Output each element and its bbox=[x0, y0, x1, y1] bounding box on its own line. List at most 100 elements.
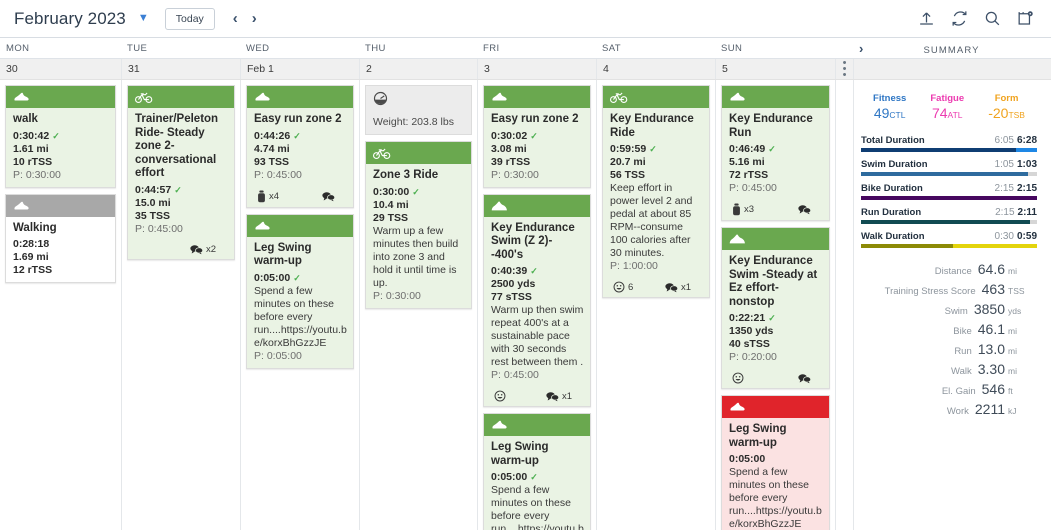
prev-period-button[interactable]: ‹ bbox=[233, 10, 238, 27]
workout-duration: 0:30:42 ✓ bbox=[13, 130, 109, 143]
total-row: El. Gain 546 ft bbox=[861, 381, 1037, 397]
duration-value: 0:05:00 bbox=[491, 471, 528, 483]
upload-icon[interactable] bbox=[917, 9, 936, 28]
date-cell-1[interactable]: 31 bbox=[121, 59, 240, 79]
metric-number: 74 bbox=[931, 105, 948, 121]
weekday-label-thu: THU bbox=[365, 43, 386, 54]
duration-header: Bike Duration 2:15 2:15 bbox=[861, 183, 1037, 194]
workout-card[interactable]: Zone 3 Ride 0:30:00 ✓ 10.4 mi 29 TSS Warm up … bbox=[365, 141, 472, 309]
workout-title: walk bbox=[13, 113, 38, 125]
total-label: Run bbox=[954, 346, 972, 357]
total-label: Work bbox=[946, 406, 969, 417]
workout-duration: 0:05:00 ✓ bbox=[491, 471, 584, 484]
date-cell-4[interactable]: 3 bbox=[477, 59, 596, 79]
device-icon[interactable] bbox=[257, 190, 266, 203]
kebab-menu-icon[interactable]: • • • bbox=[836, 58, 853, 81]
calendar-settings-icon[interactable] bbox=[1016, 9, 1035, 28]
bike-icon bbox=[135, 92, 153, 103]
workout-card[interactable]: Trainer/Peleton Ride- Steady zone 2-conv… bbox=[127, 85, 235, 260]
workout-metric: 1350 yds bbox=[729, 325, 774, 337]
workout-card-body: walk 0:30:42 ✓ 1.61 mi 10 rTSS P: 0:30:00 bbox=[6, 108, 115, 187]
workout-card[interactable]: Easy run zone 2 0:30:02 ✓ 3.08 mi 39 rTSS P: … bbox=[483, 85, 591, 188]
swim-icon bbox=[729, 234, 745, 244]
workout-card[interactable]: Leg Swing warm-up 0:05:00 Spend a few minu… bbox=[721, 395, 830, 530]
comment-icon[interactable] bbox=[546, 391, 559, 402]
duration-values: 2:15 2:15 bbox=[995, 183, 1037, 194]
bar-fill bbox=[861, 148, 1016, 152]
workout-metric: 56 TSS bbox=[610, 169, 646, 181]
duration-value: 0:05:00 bbox=[254, 271, 291, 284]
comment-icon[interactable] bbox=[190, 244, 203, 255]
expand-summary-button[interactable]: › bbox=[859, 41, 864, 56]
comment-icon[interactable] bbox=[798, 373, 811, 384]
weekday-label-tue: TUE bbox=[127, 43, 148, 54]
completed-check-icon: ✓ bbox=[768, 144, 776, 154]
calendar-grid: walk 0:30:42 ✓ 1.61 mi 10 rTSS P: 0:30:00 Wal… bbox=[0, 80, 1051, 530]
workout-duration: 0:28:18 bbox=[13, 238, 109, 251]
device-icon[interactable] bbox=[732, 203, 741, 216]
day-column-1: Trainer/Peleton Ride- Steady zone 2-conv… bbox=[121, 80, 240, 530]
comment-icon[interactable] bbox=[322, 191, 335, 202]
workout-metric: 3.08 mi bbox=[491, 142, 527, 155]
metric-form: Form -20TSB bbox=[988, 92, 1025, 124]
date-cell-3[interactable]: 2 bbox=[359, 59, 477, 79]
workout-metric: 10.4 mi bbox=[373, 198, 409, 211]
workout-card-footer: x4 bbox=[247, 187, 353, 207]
workout-card[interactable]: Key Endurance Run 0:46:49 ✓ 5.16 mi 72 rTSS P… bbox=[721, 85, 830, 221]
weight-entry-card[interactable]: Weight: 203.8 lbs bbox=[365, 85, 472, 135]
workout-metric: 1.61 mi bbox=[13, 142, 49, 155]
workout-card[interactable]: Key Endurance Ride 0:59:59 ✓ 20.7 mi 56 TSS K… bbox=[602, 85, 710, 298]
workout-card[interactable]: Key Endurance Swim (Z 2)--400's 0:40:39 ✓ 2… bbox=[483, 193, 591, 407]
refresh-icon[interactable] bbox=[950, 9, 969, 28]
duration-progress-bar bbox=[861, 196, 1037, 200]
workout-card-header bbox=[247, 214, 353, 237]
footer-right-group bbox=[322, 191, 335, 202]
smiley-icon[interactable] bbox=[732, 372, 744, 384]
comment-icon[interactable] bbox=[665, 282, 678, 293]
workout-metric: 2500 yds bbox=[491, 278, 536, 290]
duration-row-bike: Bike Duration 2:15 2:15 bbox=[861, 183, 1037, 200]
duration-header: Swim Duration 1:05 1:03 bbox=[861, 159, 1037, 170]
duration-planned: 1:05 bbox=[994, 159, 1014, 170]
shoe-icon bbox=[730, 402, 745, 411]
date-cell-2[interactable]: Feb 1 bbox=[240, 59, 359, 79]
workout-card[interactable]: Walking 0:28:18 1.69 mi 12 rTSS bbox=[5, 193, 116, 283]
footer-right-group: x1 bbox=[546, 391, 572, 402]
workout-duration: 0:44:26 ✓ bbox=[254, 130, 347, 143]
duration-value: 0:28:18 bbox=[13, 238, 50, 250]
workout-card[interactable]: Leg Swing warm-up 0:05:00 ✓ Spend a few min… bbox=[483, 413, 591, 530]
workout-duration: 0:46:49 ✓ bbox=[729, 143, 823, 156]
date-cell-5[interactable]: 4 bbox=[596, 59, 715, 79]
workout-card-body: Zone 3 Ride 0:30:00 ✓ 10.4 mi 29 TSS Warm up … bbox=[366, 164, 471, 308]
footer-left-group bbox=[732, 372, 744, 384]
day-options-kebab[interactable]: • • • bbox=[835, 58, 853, 81]
scale-icon bbox=[373, 91, 388, 105]
comment-icon[interactable] bbox=[798, 204, 811, 215]
workout-description: Warm up a few minutes then build into zo… bbox=[373, 224, 459, 289]
chevron-down-icon[interactable]: ▼ bbox=[138, 13, 149, 24]
workout-card[interactable]: Key Endurance Swim -Steady at Ez effort-… bbox=[721, 227, 830, 389]
today-button[interactable]: Today bbox=[164, 7, 215, 30]
search-icon[interactable] bbox=[983, 9, 1002, 28]
duration-planned: 2:15 bbox=[994, 183, 1014, 194]
weight-card-header bbox=[366, 86, 471, 110]
duration-values: 2:15 2:11 bbox=[995, 207, 1037, 218]
workout-description: Spend a few minutes on these before ever… bbox=[729, 466, 822, 530]
date-cell-6[interactable]: 5 bbox=[715, 59, 835, 79]
workout-card-header bbox=[6, 194, 115, 217]
next-period-button[interactable]: › bbox=[252, 10, 257, 27]
workout-title: Key Endurance Ride bbox=[610, 113, 694, 139]
smiley-icon[interactable] bbox=[494, 390, 506, 402]
smiley-icon[interactable] bbox=[613, 281, 625, 293]
date-cell-0[interactable]: 30 bbox=[0, 59, 121, 79]
duration-header: Total Duration 6:05 6:28 bbox=[861, 135, 1037, 146]
workout-card[interactable]: Easy run zone 2 0:44:26 ✓ 4.74 mi 93 TSS P: 0… bbox=[246, 85, 354, 208]
workout-card-header bbox=[722, 228, 829, 250]
shoe-icon bbox=[14, 92, 29, 101]
duration-planned: 0:30 bbox=[994, 231, 1014, 242]
weight-value: Weight: 203.8 lbs bbox=[373, 116, 454, 128]
workout-card[interactable]: walk 0:30:42 ✓ 1.61 mi 10 rTSS P: 0:30:00 bbox=[5, 85, 116, 188]
workout-title: Key Endurance Swim (Z 2)--400's bbox=[491, 221, 575, 261]
workout-card[interactable]: Leg Swing warm-up 0:05:00 ✓ Spend a few min… bbox=[246, 213, 354, 369]
duration-values: 1:05 1:03 bbox=[995, 159, 1037, 170]
